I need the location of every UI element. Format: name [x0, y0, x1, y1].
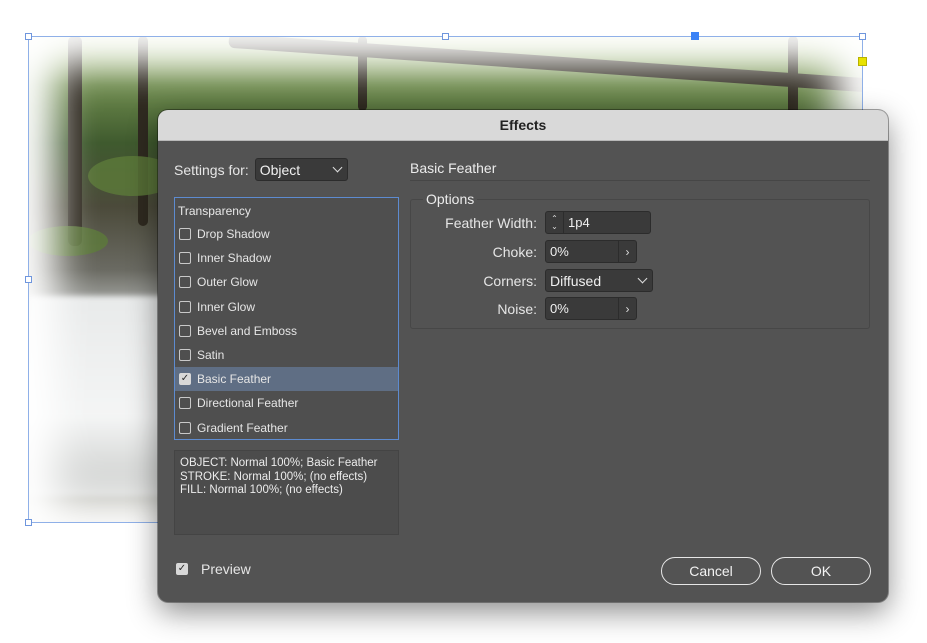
preview-toggle[interactable]: ✓ Preview [176, 561, 251, 577]
effect-label: Inner Glow [197, 299, 256, 314]
noise-value[interactable]: 0% [546, 301, 573, 316]
effect-item[interactable]: Satin [175, 343, 398, 367]
corners-label: Corners: [483, 272, 537, 289]
settings-for-row: Settings for: Object [174, 158, 348, 181]
settings-for-select[interactable]: Object [254, 158, 348, 181]
choke-field[interactable]: 0% › [545, 240, 637, 263]
resize-handle-top[interactable] [442, 33, 449, 40]
ok-button[interactable]: OK [771, 557, 871, 585]
preview-label: Preview [201, 561, 251, 577]
settings-for-value: Object [259, 161, 301, 178]
effect-checkbox[interactable] [179, 421, 191, 434]
live-corners-handle[interactable] [858, 57, 867, 66]
cancel-button[interactable]: Cancel [661, 557, 761, 585]
stepper-icon[interactable]: ⌃ ⌄ [546, 212, 564, 233]
effect-label: Drop Shadow [197, 227, 270, 242]
effect-label: Satin [197, 348, 225, 363]
feather-width-value[interactable]: 1p4 [564, 215, 594, 230]
effects-list: Transparency Drop Shadow Inner Shadow Oute… [174, 197, 399, 440]
effect-label: Outer Glow [197, 275, 258, 290]
effect-label: Inner Shadow [197, 251, 272, 266]
effect-checkbox[interactable] [179, 252, 191, 265]
effect-item[interactable]: Outer Glow [175, 270, 398, 294]
choke-value[interactable]: 0% [546, 244, 573, 259]
divider [410, 180, 870, 181]
settings-for-label: Settings for: [174, 161, 249, 178]
noise-field[interactable]: 0% › [545, 297, 637, 320]
effect-checkbox[interactable] [179, 300, 191, 313]
section-title: Basic Feather [410, 160, 497, 176]
effect-item[interactable]: Inner Shadow [175, 246, 398, 270]
effect-checkbox[interactable] [179, 228, 191, 241]
effects-summary: OBJECT: Normal 100%; Basic Feather STROK… [174, 450, 399, 535]
effects-dialog: Effects Settings for: Object Transparenc… [158, 110, 888, 602]
feather-width-row: Feather Width: ⌃ ⌄ 1p4 [419, 211, 651, 234]
chevron-down-icon [332, 162, 343, 173]
options-group: Options Feather Width: ⌃ ⌄ 1p4 Choke: 0% … [410, 191, 870, 329]
feather-width-field[interactable]: ⌃ ⌄ 1p4 [545, 211, 651, 234]
summary-line: OBJECT: Normal 100%; Basic Feather [180, 457, 378, 469]
effect-label: Directional Feather [197, 396, 299, 411]
effect-item[interactable]: Gradient Feather [175, 416, 398, 440]
effect-checkbox[interactable] [179, 276, 191, 289]
resize-handle-bottom-left[interactable] [25, 519, 32, 526]
choke-row: Choke: 0% › [419, 240, 637, 263]
summary-line: FILL: Normal 100%; (no effects) [180, 484, 343, 496]
options-legend: Options [423, 191, 478, 207]
dialog-title: Effects [499, 117, 547, 133]
effect-item[interactable]: Bevel and Emboss [175, 319, 398, 343]
choke-label: Choke: [492, 243, 537, 260]
chevron-down-icon [637, 273, 648, 284]
effect-item[interactable]: Drop Shadow [175, 222, 398, 246]
chevron-right-icon[interactable]: › [618, 241, 636, 262]
content-grabber[interactable] [691, 32, 699, 40]
corners-value: Diffused [550, 272, 602, 289]
noise-label: Noise: [497, 300, 537, 317]
list-heading-transparency[interactable]: Transparency [175, 198, 398, 222]
resize-handle-top-left[interactable] [25, 33, 32, 40]
feather-width-label: Feather Width: [445, 214, 537, 231]
effect-checkbox[interactable]: ✓ [179, 373, 191, 386]
effect-label: Gradient Feather [197, 420, 288, 435]
preview-checkbox[interactable]: ✓ [176, 563, 188, 575]
effect-item[interactable]: ✓ Basic Feather [175, 367, 398, 392]
noise-row: Noise: 0% › [419, 297, 637, 320]
summary-line: STROKE: Normal 100%; (no effects) [180, 470, 368, 483]
resize-handle-top-right[interactable] [859, 33, 866, 40]
dialog-titlebar[interactable]: Effects [158, 110, 888, 141]
effect-label: Bevel and Emboss [197, 323, 298, 338]
effect-checkbox[interactable] [179, 324, 191, 337]
resize-handle-left[interactable] [25, 276, 32, 283]
corners-row: Corners: Diffused [419, 269, 653, 292]
effect-checkbox[interactable] [179, 397, 191, 410]
corners-select[interactable]: Diffused [545, 269, 653, 292]
chevron-right-icon[interactable]: › [618, 298, 636, 319]
effect-item[interactable]: Directional Feather [175, 391, 398, 415]
effect-label: Basic Feather [197, 372, 272, 387]
effect-checkbox[interactable] [179, 349, 191, 362]
effect-item[interactable]: Inner Glow [175, 295, 398, 319]
